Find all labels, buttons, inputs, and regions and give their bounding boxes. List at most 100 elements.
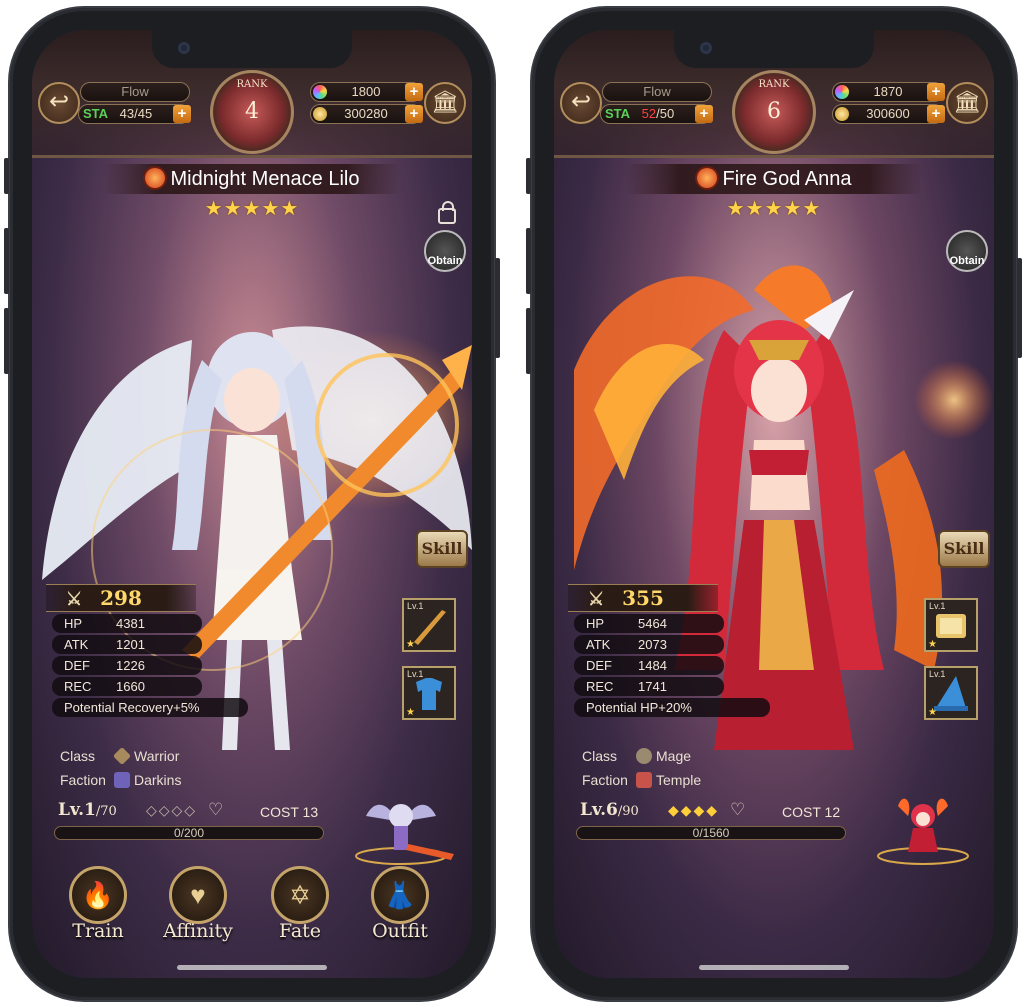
add-stamina-button[interactable]: + xyxy=(173,105,191,123)
lock-icon[interactable] xyxy=(438,201,456,224)
menu-affinity[interactable]: ♥ Affinity xyxy=(158,866,238,942)
add-gold-button[interactable]: + xyxy=(405,105,423,123)
home-indicator[interactable] xyxy=(699,965,849,970)
gem-icon xyxy=(835,85,849,99)
skill-button[interactable]: Skill xyxy=(938,530,990,568)
faction-value: Temple xyxy=(656,772,702,788)
stat-value: 1741 xyxy=(638,679,667,694)
class-faction-info: Class Warrior Faction Darkins xyxy=(60,744,181,792)
gem-count: 1800 xyxy=(351,84,381,99)
equip-star-icon: ★ xyxy=(928,707,937,718)
stat-label: REC xyxy=(586,679,614,694)
stat-value: 4381 xyxy=(116,616,145,631)
equipment-slot-weapon[interactable]: Lv.1 ★ xyxy=(402,598,456,652)
combat-power: ⚔ 298 xyxy=(46,584,196,612)
sta-label: STA xyxy=(605,106,631,121)
skill-button[interactable]: Skill xyxy=(416,530,468,568)
back-arrow-icon: ↩ xyxy=(48,88,70,115)
add-gems-button[interactable]: + xyxy=(927,83,945,101)
add-gold-button[interactable]: + xyxy=(927,105,945,123)
gold-count: 300280 xyxy=(344,106,388,121)
menu-label: Train xyxy=(72,920,124,942)
mute-switch xyxy=(4,158,9,194)
outfit-dress-icon: 👗 xyxy=(371,866,429,924)
level-current: Lv.6 xyxy=(580,800,618,820)
home-indicator[interactable] xyxy=(177,965,327,970)
power-button xyxy=(1017,258,1022,358)
phone-left: ↩ Flow STA 43/45 + RANK 4 1800 + 300280 … xyxy=(4,8,500,1000)
gold-coin-icon xyxy=(313,107,327,121)
character-name-banner: Fire God Anna xyxy=(626,164,922,194)
add-gems-button[interactable]: + xyxy=(405,83,423,101)
temple-faction-icon xyxy=(636,772,652,788)
sta-current: 52 xyxy=(641,106,657,121)
mute-switch xyxy=(526,158,531,194)
bank-icon: 🏛 xyxy=(953,89,981,114)
stat-value: 2073 xyxy=(638,637,667,652)
faction-value: Darkins xyxy=(134,772,182,788)
combat-power: ⚔ 355 xyxy=(568,584,718,612)
stamina-display: STA 52/50 + xyxy=(600,104,713,124)
stat-label: HP xyxy=(64,616,83,631)
add-stamina-button[interactable]: + xyxy=(695,105,713,123)
cost-value: COST 13 xyxy=(260,804,319,820)
notch xyxy=(152,30,352,68)
equipment-slot-armor[interactable]: Lv.1 ★ xyxy=(924,666,978,720)
bottom-menu: 🔥 Train ♥ Affinity ✡ Fate 👗 Outfit xyxy=(42,866,462,946)
crossed-swords-icon: ⚔ xyxy=(588,589,605,610)
back-arrow-icon: ↩ xyxy=(570,88,592,115)
menu-label: Affinity xyxy=(163,920,233,942)
bank-button[interactable]: 🏛 xyxy=(424,82,466,124)
equip-level: Lv.1 xyxy=(929,669,946,679)
combat-power-value: 355 xyxy=(622,586,664,610)
front-camera xyxy=(178,42,190,54)
gem-display: 1800 + xyxy=(310,82,423,102)
stat-value: 5464 xyxy=(638,616,667,631)
character-name-banner: Midnight Menace Lilo xyxy=(104,164,400,194)
menu-label: Outfit xyxy=(372,920,428,942)
sta-max: /45 xyxy=(134,106,153,121)
menu-outfit[interactable]: 👗 Outfit xyxy=(360,866,440,942)
sta-max: /50 xyxy=(656,106,675,121)
equip-level: Lv.1 xyxy=(929,601,946,611)
stat-label: ATK xyxy=(64,637,89,652)
cost-value: COST 12 xyxy=(782,804,841,820)
stat-value: 1660 xyxy=(116,679,145,694)
darkins-faction-icon xyxy=(114,772,130,788)
equip-star-icon: ★ xyxy=(928,639,937,650)
fire-element-icon xyxy=(696,168,717,188)
chibi-anna xyxy=(877,798,969,865)
class-row: Class Warrior xyxy=(60,744,181,768)
character-name: Midnight Menace Lilo xyxy=(170,168,360,190)
stat-def: DEF 1226 xyxy=(52,656,202,675)
chibi-lilo xyxy=(355,804,454,865)
menu-train[interactable]: 🔥 Train xyxy=(58,866,138,942)
character-level: Lv.1/70 xyxy=(58,800,117,820)
back-button[interactable]: ↩ xyxy=(560,82,602,124)
phone-right: ↩ Flow STA 52/50 + RANK 6 1870 + 300600 … xyxy=(526,8,1022,1000)
bank-button[interactable]: 🏛 xyxy=(946,82,988,124)
stat-label: DEF xyxy=(64,658,90,673)
heart-icon: ♡ xyxy=(208,800,224,819)
equip-level: Lv.1 xyxy=(407,601,424,611)
equipment-slot-armor[interactable]: Lv.1 ★ xyxy=(402,666,456,720)
potential-bonus: Potential Recovery+5% xyxy=(52,698,248,717)
bank-icon: 🏛 xyxy=(431,89,459,114)
rarity-stars: ★★★★★ xyxy=(726,198,822,220)
exp-bar: 0/1560 xyxy=(576,826,846,840)
equip-level: Lv.1 xyxy=(407,669,424,679)
back-button[interactable]: ↩ xyxy=(38,82,80,124)
character-screen-left: ↩ Flow STA 43/45 + RANK 4 1800 + 300280 … xyxy=(32,30,472,978)
rank-value: 6 xyxy=(767,99,781,124)
flow-label: Flow xyxy=(80,82,190,102)
class-label: Class xyxy=(60,748,96,764)
menu-fate[interactable]: ✡ Fate xyxy=(260,866,340,942)
flow-label: Flow xyxy=(602,82,712,102)
affinity-heart-icon: ♥ xyxy=(169,866,227,924)
gold-count: 300600 xyxy=(866,106,910,121)
equip-star-icon: ★ xyxy=(406,639,415,650)
combat-power-value: 298 xyxy=(100,586,142,610)
stat-atk: ATK 1201 xyxy=(52,635,202,654)
equipment-slot-weapon[interactable]: Lv.1 ★ xyxy=(924,598,978,652)
menu-label: Fate xyxy=(278,920,322,942)
